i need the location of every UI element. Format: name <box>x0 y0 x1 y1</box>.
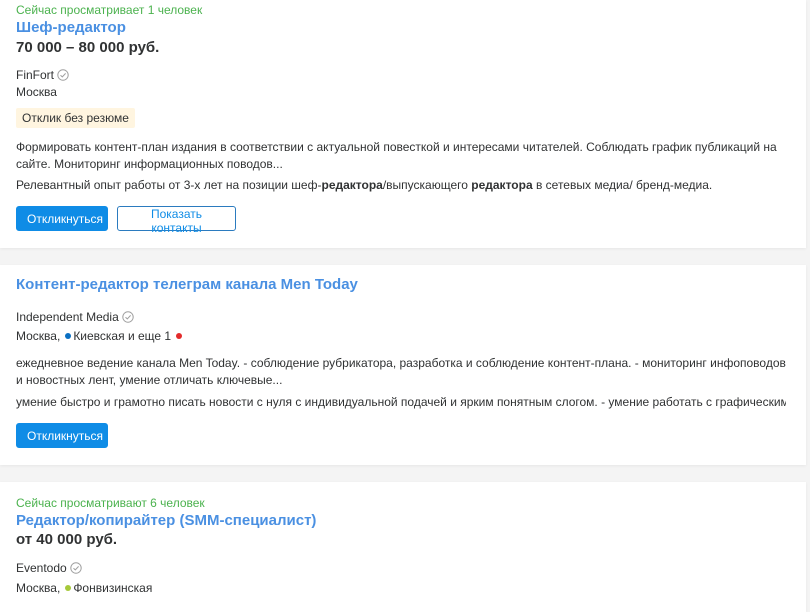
vacancy-requirements: Релевантный опыт работы от 3-х лет на по… <box>16 178 713 192</box>
vacancy-location: Москва, Киевская и еще 1 <box>16 328 185 344</box>
city: Москва, <box>16 329 61 343</box>
company-row: Independent Media <box>16 309 134 325</box>
vacancy-card: Контент-редактор телеграм канала Men Tod… <box>0 265 806 465</box>
respond-button[interactable]: Откликнуться <box>16 423 108 448</box>
company-name[interactable]: Independent Media <box>16 309 119 325</box>
company-name[interactable]: FinFort <box>16 67 54 83</box>
company-row: Eventodo <box>16 560 82 576</box>
respond-button[interactable]: Откликнуться <box>16 206 108 231</box>
vacancy-card: Сейчас просматривают 6 человек Редактор/… <box>0 482 806 612</box>
vacancy-title-link[interactable]: Шеф-редактор <box>16 18 126 38</box>
vacancy-salary: 70 000 – 80 000 руб. <box>16 39 160 56</box>
vacancy-card: Сейчас просматривает 1 человек Шеф-редак… <box>0 0 806 248</box>
show-contacts-button[interactable]: Показать контакты <box>117 206 236 235</box>
vacancy-location: Москва <box>16 84 57 100</box>
company-name[interactable]: Eventodo <box>16 560 67 576</box>
vacancy-actions: Откликнуться Показать контакты <box>16 206 236 235</box>
city: Москва <box>16 85 57 99</box>
no-resume-badge: Отклик без резюме <box>16 108 135 128</box>
verified-check-icon <box>122 311 134 323</box>
vacancy-description: ежедневное ведение канала Men Today. - с… <box>16 356 786 387</box>
vacancy-requirements: умение быстро и грамотно писать новости … <box>16 395 786 409</box>
vacancy-location: Москва, Фонвизинская <box>16 580 152 596</box>
vacancy-title-link[interactable]: Контент-редактор телеграм канала Men Tod… <box>16 275 358 295</box>
metro-line-dot-icon <box>65 333 72 339</box>
vacancy-title-link[interactable]: Редактор/копирайтер (SMM-специалист) <box>16 511 316 531</box>
city: Москва, <box>16 581 61 595</box>
metro-station: Киевская и еще 1 <box>73 329 172 343</box>
company-row: FinFort <box>16 67 69 83</box>
metro-line-dot-icon <box>176 333 183 339</box>
verified-check-icon <box>70 562 82 574</box>
vacancy-actions: Откликнуться <box>16 423 108 448</box>
vacancy-description: Формировать контент-план издания в соотв… <box>16 140 777 171</box>
no-resume-badge-wrap: Отклик без резюме <box>16 108 135 128</box>
metro-station: Фонвизинская <box>73 581 153 595</box>
metro-line-dot-icon <box>65 585 72 591</box>
viewers-count: Сейчас просматривают 6 человек <box>16 496 205 510</box>
viewers-count: Сейчас просматривает 1 человек <box>16 3 203 17</box>
vacancy-salary: от 40 000 руб. <box>16 531 118 548</box>
verified-check-icon <box>57 69 69 81</box>
